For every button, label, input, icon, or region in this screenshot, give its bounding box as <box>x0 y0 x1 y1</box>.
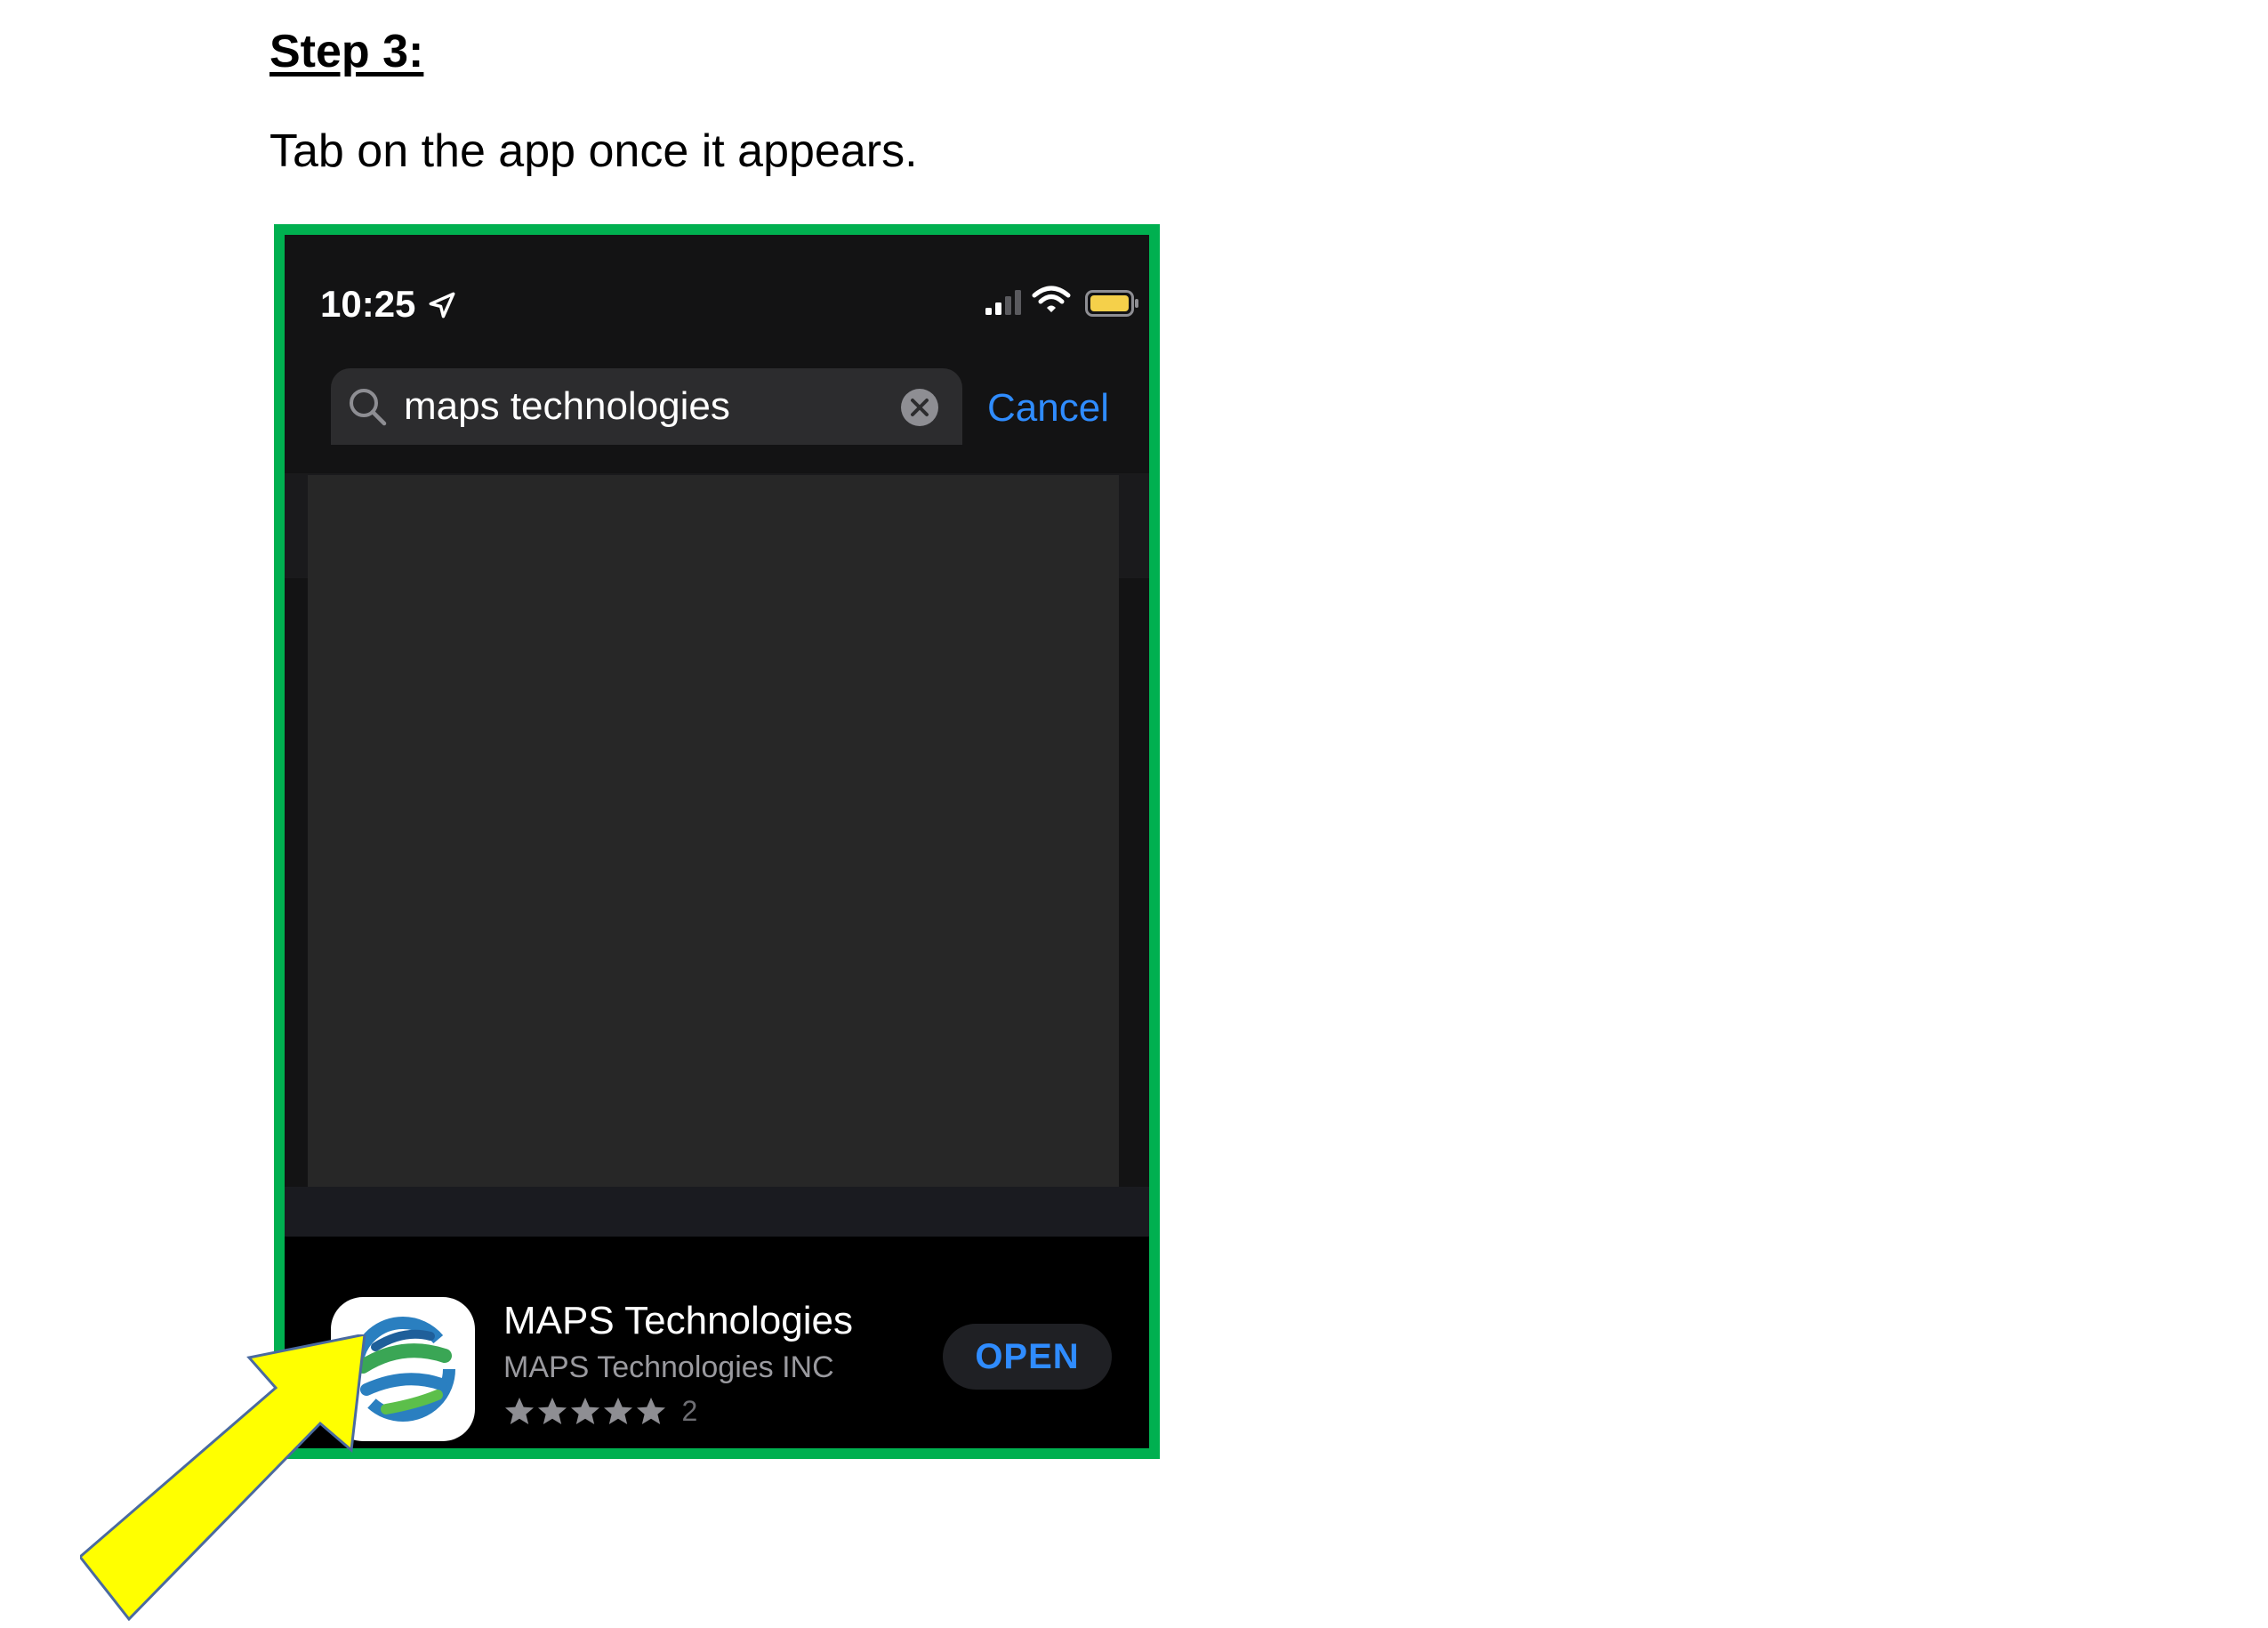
rating-stars-icon <box>505 1397 665 1424</box>
results-overlay <box>308 475 1119 1187</box>
status-bar: 10:25 <box>285 235 1149 359</box>
search-icon <box>350 389 387 426</box>
cancel-button[interactable]: Cancel <box>987 386 1109 431</box>
clear-search-icon[interactable] <box>900 388 939 427</box>
location-arrow-icon <box>429 292 455 318</box>
wifi-icon <box>1032 286 1071 312</box>
battery-icon <box>1085 290 1138 317</box>
app-result-row[interactable]: MAPS Technologies MAPS Technologies INC … <box>285 1237 1149 1448</box>
pointer-arrow-icon <box>80 1334 366 1622</box>
rating: 2 <box>503 1395 697 1431</box>
app-developer: MAPS Technologies INC <box>503 1350 834 1384</box>
app-name[interactable]: MAPS Technologies <box>503 1299 853 1343</box>
signal-bars-icon <box>985 290 1021 315</box>
status-time: 10:25 <box>320 283 416 325</box>
instruction-text: Tab on the app once it appears. <box>269 125 918 177</box>
rating-count: 2 <box>681 1395 698 1427</box>
phone-screenshot: 10:25 maps technologies Cancel MAPS Tech… <box>274 224 1160 1459</box>
results-divider <box>285 1187 1149 1237</box>
search-row: maps technologies Cancel <box>285 368 1149 466</box>
step-title: Step 3: <box>269 26 424 77</box>
open-button[interactable]: OPEN <box>943 1324 1112 1390</box>
search-field[interactable]: maps technologies <box>331 368 962 445</box>
search-input[interactable]: maps technologies <box>404 384 730 429</box>
